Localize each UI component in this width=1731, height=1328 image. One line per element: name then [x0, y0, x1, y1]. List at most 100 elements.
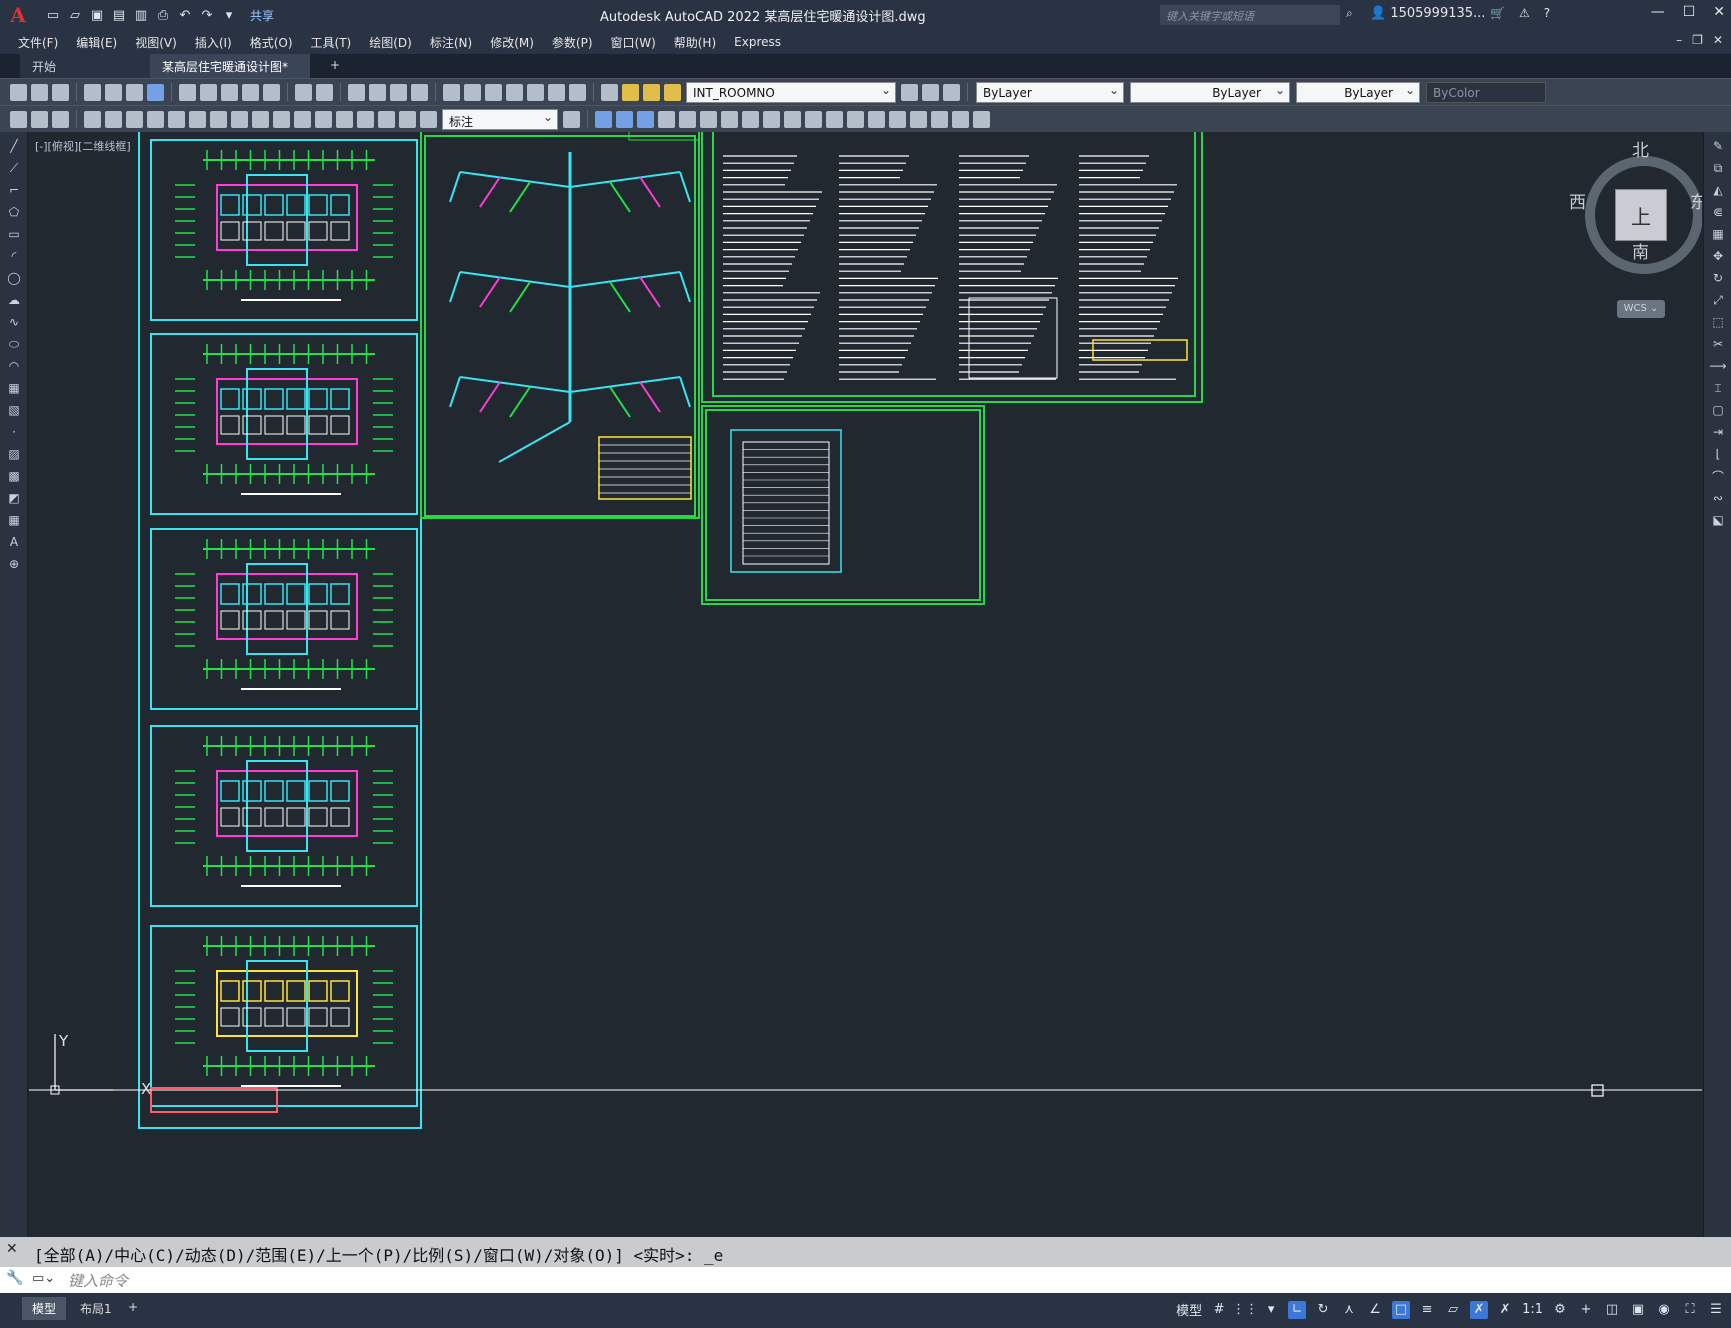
object-snap-icon[interactable]: □ [1392, 1300, 1411, 1319]
point-icon[interactable]: · [6, 424, 22, 440]
rectangle-icon[interactable]: ▭ [6, 226, 22, 242]
dim-text-edit-icon[interactable] [399, 110, 416, 128]
publish-file-icon[interactable] [126, 83, 143, 101]
tab-model[interactable]: 模型 [22, 1297, 67, 1320]
dim-break-icon[interactable] [273, 110, 290, 128]
customize-qa-icon[interactable]: ▾ [220, 6, 238, 24]
break-point-palette-icon[interactable]: ⌶ [1710, 380, 1726, 396]
zoom-realtime-icon[interactable] [369, 83, 386, 101]
extend-palette-icon[interactable]: ⟶ [1709, 358, 1726, 374]
design-center-icon[interactable] [464, 83, 481, 101]
sheet-set-icon[interactable] [506, 83, 523, 101]
autocad-logo-icon[interactable]: A [6, 3, 30, 27]
plot-icon[interactable]: ⎙ [154, 6, 172, 24]
maximize-icon[interactable]: ☐ [1683, 4, 1696, 20]
open-file-icon[interactable] [31, 83, 48, 101]
color-dropdown[interactable]: ByLayer [976, 81, 1124, 103]
make-current-layer-icon[interactable] [901, 83, 918, 101]
layer-lock-icon[interactable] [664, 83, 681, 101]
command-input[interactable]: 键入命令 [0, 1267, 1731, 1293]
array-palette-icon[interactable]: ▦ [1710, 226, 1726, 242]
menu-express[interactable]: Express [734, 35, 781, 49]
recent-commands-icon[interactable]: ▭⌄ [32, 1271, 55, 1286]
menu-help[interactable]: 帮助(H) [674, 34, 716, 51]
new-icon[interactable]: ▭ [44, 6, 62, 24]
zoom-window-icon[interactable] [390, 83, 407, 101]
join-palette-icon[interactable]: ⇥ [1710, 424, 1726, 440]
tolerance-icon[interactable] [294, 110, 311, 128]
layer-state-icon[interactable] [943, 83, 960, 101]
drawing-canvas[interactable]: [-][俯视][二维线框] 上 北 南 西 东 WCS ⌄ Y X [29, 132, 1702, 1235]
menu-tools[interactable]: 工具(T) [311, 34, 352, 51]
layer-freeze-icon[interactable] [643, 83, 660, 101]
layer-previous-icon[interactable] [922, 83, 939, 101]
mtext-icon[interactable]: A [6, 534, 22, 550]
cart-icon[interactable]: 🛒 [1490, 6, 1505, 20]
offset-palette-icon[interactable]: ⋐ [1710, 204, 1726, 220]
chamfer-palette-icon[interactable]: ⌊ [1710, 446, 1726, 462]
match-properties-icon[interactable] [242, 83, 259, 101]
lineweight-icon[interactable]: ≡ [1418, 1301, 1436, 1319]
dim-continue-icon[interactable] [147, 110, 164, 128]
new-tab-button[interactable]: + [318, 54, 348, 78]
menu-edit[interactable]: 编辑(E) [76, 34, 117, 51]
join-icon[interactable] [910, 110, 927, 128]
ellipse-arc-icon[interactable]: ◠ [6, 358, 22, 374]
hatch-icon[interactable]: ▨ [6, 446, 22, 462]
customization-menu-icon[interactable]: ☰ [1707, 1301, 1725, 1319]
undo-toolbar-icon[interactable] [295, 83, 312, 101]
preview-icon[interactable] [105, 83, 122, 101]
menu-window[interactable]: 窗口(W) [611, 34, 656, 51]
line-icon[interactable]: ╱ [6, 138, 22, 154]
draworder-back-icon[interactable] [616, 110, 633, 128]
annotation-monitor-icon[interactable]: + [1577, 1301, 1595, 1319]
menu-draw[interactable]: 绘图(D) [369, 34, 412, 51]
menu-file[interactable]: 文件(F) [18, 34, 58, 51]
array-icon[interactable] [742, 110, 759, 128]
dim-edit-icon[interactable] [378, 110, 395, 128]
model-space-toggle[interactable]: 模型 [1176, 1300, 1202, 1319]
make-block-icon[interactable]: ▧ [6, 402, 22, 418]
workspace-gear-icon[interactable]: ⚙ [1551, 1301, 1569, 1319]
redo-icon[interactable]: ↷ [198, 6, 216, 24]
grid-icon[interactable]: # [1210, 1301, 1228, 1319]
compass-west[interactable]: 西 [1569, 188, 1586, 213]
tab-layout1[interactable]: 布局1 [70, 1297, 122, 1320]
spline-icon[interactable]: ∿ [6, 314, 22, 330]
snap-dropdown-icon[interactable]: ▾ [1262, 1301, 1280, 1319]
linetype-dropdown[interactable]: ByLayer [1130, 81, 1290, 103]
layer-on-icon[interactable] [622, 83, 639, 101]
dim-arc-icon[interactable] [52, 110, 69, 128]
menu-parametric[interactable]: 参数(P) [552, 34, 593, 51]
region-icon[interactable]: ◩ [6, 490, 22, 506]
rotate-palette-icon[interactable]: ↻ [1710, 270, 1726, 286]
properties-icon[interactable] [443, 83, 460, 101]
stretch-palette-icon[interactable]: ⬚ [1710, 314, 1726, 330]
add-layout-button[interactable]: + [118, 1297, 148, 1317]
publish-icon[interactable]: ▥ [132, 6, 150, 24]
lineweight-dropdown[interactable]: ByLayer [1296, 81, 1420, 103]
save-as-icon[interactable]: ▤ [110, 6, 128, 24]
qnew-icon[interactable] [10, 83, 27, 101]
undo-icon[interactable]: ↶ [176, 6, 194, 24]
help-toolbar-icon[interactable] [569, 83, 586, 101]
search-input[interactable]: 键入关键字或短语 [1160, 5, 1340, 25]
clean-screen-icon[interactable]: ⛶ [1681, 1301, 1699, 1319]
annotation-visibility-icon[interactable]: ✗ [1470, 1300, 1489, 1319]
revcloud-icon[interactable]: ☁ [6, 292, 22, 308]
layer-dropdown[interactable]: INT_ROOMNO [686, 81, 896, 103]
dim-angular-icon[interactable] [210, 110, 227, 128]
explode-palette-icon[interactable]: ⬕ [1710, 512, 1726, 528]
doc-minimize-icon[interactable]: – [1676, 33, 1682, 47]
autodesk-app-icon[interactable]: ⚠ [1519, 6, 1530, 20]
explode-icon[interactable] [973, 110, 990, 128]
doc-restore-icon[interactable]: ❐ [1692, 33, 1703, 47]
units-icon[interactable]: ◫ [1603, 1301, 1621, 1319]
dim-update-icon[interactable] [420, 110, 437, 128]
rotate-icon[interactable] [784, 110, 801, 128]
inspect-icon[interactable] [336, 110, 353, 128]
move-palette-icon[interactable]: ✥ [1710, 248, 1726, 264]
tab-document[interactable]: 某高层住宅暖通设计图* ✕ [150, 54, 310, 89]
pan-icon[interactable] [348, 83, 365, 101]
dimstyle-dropdown[interactable]: 标注 [442, 108, 558, 130]
